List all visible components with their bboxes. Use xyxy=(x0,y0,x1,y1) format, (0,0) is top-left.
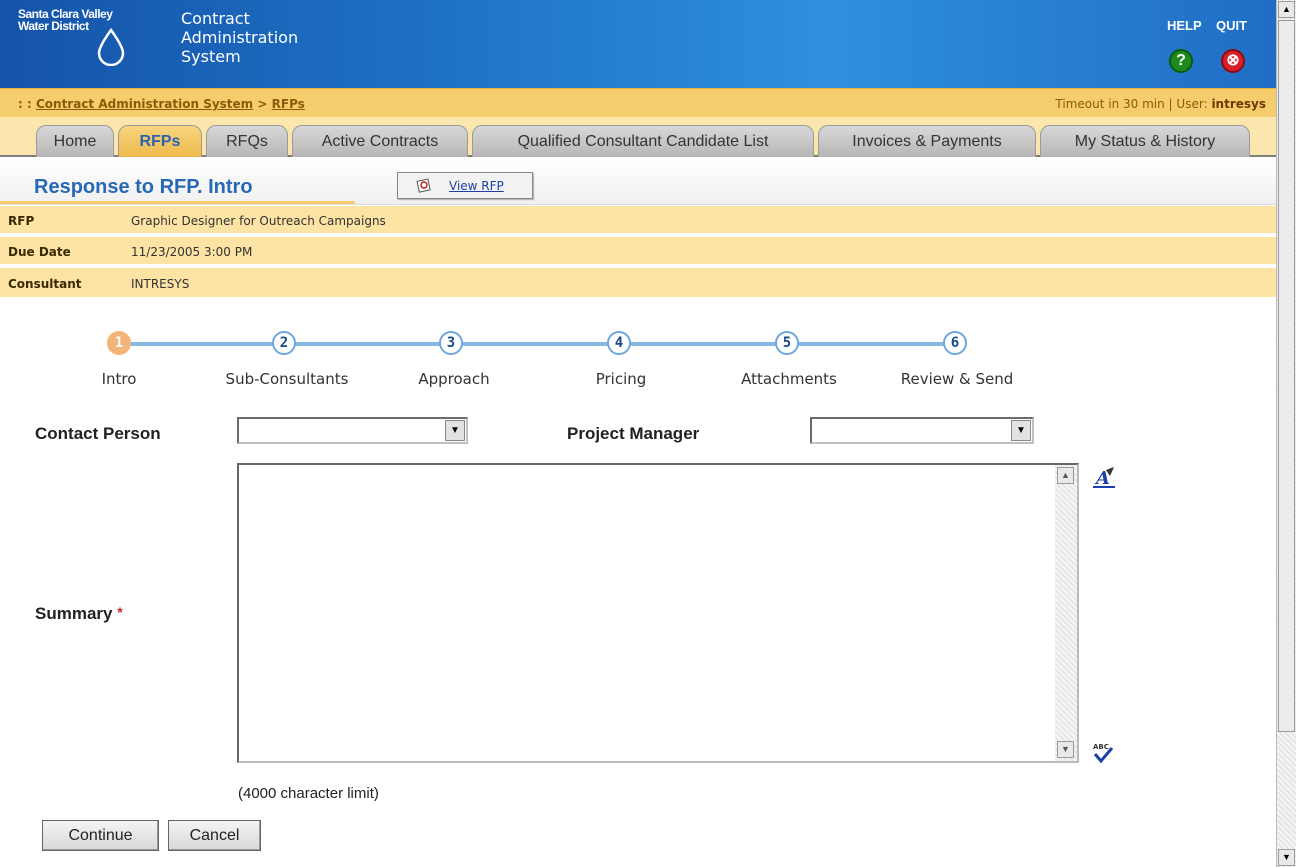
summary-scrollbar[interactable]: ▲ ▼ xyxy=(1055,465,1077,761)
timeout-text: Timeout in 30 min xyxy=(1055,97,1165,111)
required-asterisk: * xyxy=(117,604,123,620)
tab-rfqs[interactable]: RFQs xyxy=(206,125,288,157)
step-6-label: Review & Send xyxy=(900,370,1014,388)
chevron-down-icon[interactable]: ▼ xyxy=(445,420,465,441)
svg-text:ABC: ABC xyxy=(1093,743,1109,751)
step-3-label: Approach xyxy=(418,370,490,388)
consultant-label: Consultant xyxy=(8,277,82,291)
consultant-value: INTRESYS xyxy=(131,277,190,291)
quit-icon[interactable]: ⊗ xyxy=(1221,49,1245,73)
step-4-circle[interactable]: 4 xyxy=(607,331,631,355)
rfp-value: Graphic Designer for Outreach Campaigns xyxy=(131,214,386,228)
step-5-circle[interactable]: 5 xyxy=(775,331,799,355)
due-date-value: 11/23/2005 3:00 PM xyxy=(131,245,253,259)
help-label[interactable]: HELP xyxy=(1167,18,1202,33)
document-view-icon xyxy=(416,178,431,193)
summary-label-text: Summary xyxy=(35,604,113,623)
char-limit-note: (4000 character limit) xyxy=(238,785,379,802)
step-connector-line xyxy=(130,342,954,346)
summary-label: Summary * xyxy=(35,604,123,624)
contact-person-label: Contact Person xyxy=(35,424,161,443)
project-manager-select[interactable]: ▼ xyxy=(810,417,1034,444)
step-2-label: Sub-Consultants xyxy=(225,370,349,388)
breadcrumb-link-cas[interactable]: Contract Administration System xyxy=(36,97,253,111)
info-row-consultant: Consultant INTRESYS xyxy=(0,268,1276,299)
step-3-circle[interactable]: 3 xyxy=(439,331,463,355)
spell-check-icon[interactable]: ABC xyxy=(1091,740,1115,764)
wizard-steps: 1 2 3 4 5 6 Intro Sub-Consultants Approa… xyxy=(0,320,1276,400)
tab-rfps[interactable]: RFPs xyxy=(118,125,202,157)
user-label: User: xyxy=(1176,97,1208,111)
info-row-due-date: Due Date 11/23/2005 3:00 PM xyxy=(0,237,1276,266)
scroll-up-icon[interactable]: ▲ xyxy=(1057,467,1074,484)
app-title: Contract Administration System xyxy=(181,9,299,66)
info-row-rfp: RFP Graphic Designer for Outreach Campai… xyxy=(0,206,1276,235)
title-underline xyxy=(0,201,355,204)
breadcrumb-separator: > xyxy=(257,97,268,111)
app-header: Santa Clara Valley Water District Contra… xyxy=(0,0,1276,88)
page-title-bar: Response to RFP. Intro View RFP xyxy=(0,159,1276,205)
scrollbar-thumb[interactable] xyxy=(1278,20,1295,732)
due-date-label: Due Date xyxy=(8,245,71,259)
summary-textarea[interactable]: ▲ ▼ xyxy=(237,463,1079,763)
scroll-up-icon[interactable]: ▲ xyxy=(1278,1,1295,18)
quit-label[interactable]: QUIT xyxy=(1216,18,1247,33)
tab-my-status-history[interactable]: My Status & History xyxy=(1040,125,1250,157)
view-rfp-button[interactable]: View RFP xyxy=(397,172,533,199)
session-info: Timeout in 30 min | User: intresys xyxy=(1055,97,1266,111)
scroll-down-icon[interactable]: ▼ xyxy=(1057,741,1074,758)
browser-window: Santa Clara Valley Water District Contra… xyxy=(0,0,1296,867)
continue-button[interactable]: Continue xyxy=(42,820,159,851)
water-drop-logo-icon xyxy=(97,28,125,66)
user-name: intresys xyxy=(1211,97,1266,111)
contact-person-select[interactable]: ▼ xyxy=(237,417,468,444)
step-2-circle[interactable]: 2 xyxy=(272,331,296,355)
breadcrumb: : : Contract Administration System > RFP… xyxy=(18,97,305,111)
step-4-label: Pricing xyxy=(595,370,647,388)
tab-active-contracts[interactable]: Active Contracts xyxy=(292,125,468,157)
breadcrumb-link-rfps[interactable]: RFPs xyxy=(272,97,305,111)
view-rfp-label: View RFP xyxy=(449,179,504,193)
cancel-button[interactable]: Cancel xyxy=(168,820,261,851)
project-manager-label: Project Manager xyxy=(567,424,700,443)
text-format-icon[interactable]: A xyxy=(1092,466,1118,490)
breadcrumb-prefix: : : xyxy=(18,97,32,111)
main-tabs: Home RFPs RFQs Active Contracts Qualifie… xyxy=(0,117,1276,157)
breadcrumb-bar: : : Contract Administration System > RFP… xyxy=(0,88,1276,117)
rfp-label: RFP xyxy=(8,214,35,228)
scroll-down-icon[interactable]: ▼ xyxy=(1278,849,1295,866)
tab-qualified-consultants[interactable]: Qualified Consultant Candidate List xyxy=(472,125,814,157)
help-icon[interactable]: ? xyxy=(1169,49,1193,73)
page-title: Response to RFP. Intro xyxy=(34,176,253,198)
step-1-label: Intro xyxy=(101,370,137,388)
step-1-circle: 1 xyxy=(107,331,131,355)
tab-invoices-payments[interactable]: Invoices & Payments xyxy=(818,125,1036,157)
step-5-label: Attachments xyxy=(741,370,837,388)
tab-home[interactable]: Home xyxy=(36,125,114,157)
chevron-down-icon[interactable]: ▼ xyxy=(1011,420,1031,441)
session-separator: | xyxy=(1168,97,1173,111)
step-6-circle[interactable]: 6 xyxy=(943,331,967,355)
page-scrollbar[interactable]: ▲ ▼ xyxy=(1276,0,1296,867)
